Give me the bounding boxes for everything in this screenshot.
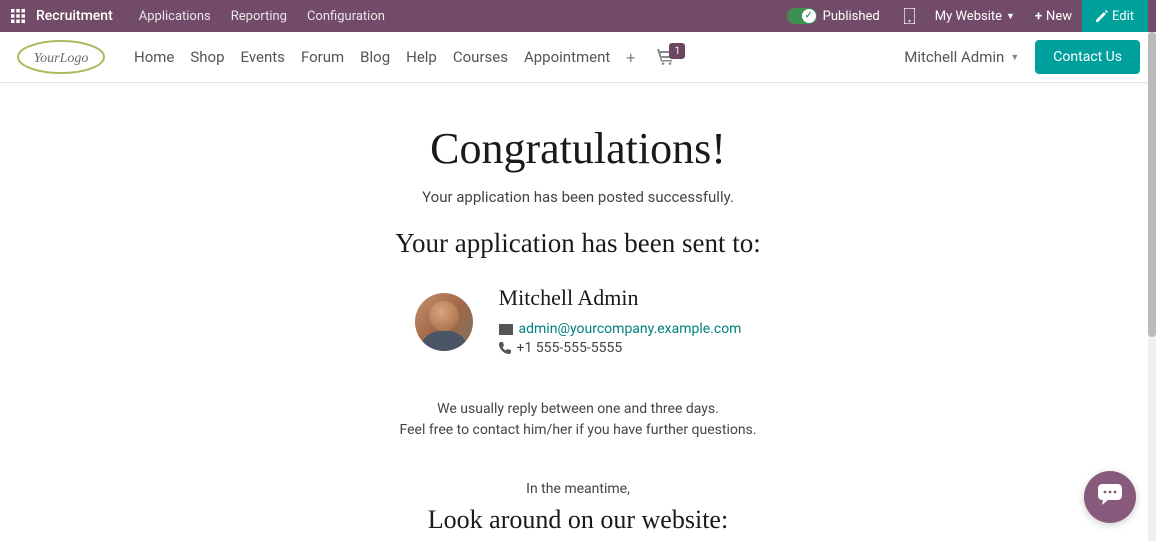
congratulations-heading: Congratulations! xyxy=(20,123,1136,174)
reply-info-line1: We usually reply between one and three d… xyxy=(20,399,1136,420)
recipient-phone-line: +1 555-555-5555 xyxy=(499,340,742,356)
plus-icon: + xyxy=(1035,9,1042,24)
edit-button[interactable]: Edit xyxy=(1082,0,1148,32)
reply-info: We usually reply between one and three d… xyxy=(20,399,1136,441)
user-account-dropdown[interactable]: Mitchell Admin ▼ xyxy=(904,48,1019,66)
plus-icon: + xyxy=(626,48,635,67)
reply-info-line2: Feel free to contact him/her if you have… xyxy=(20,420,1136,441)
header-right: Mitchell Admin ▼ Contact Us xyxy=(904,40,1140,74)
vertical-scrollbar[interactable] xyxy=(1148,32,1156,541)
admin-nav: Applications Reporting Configuration xyxy=(129,0,395,32)
admin-nav-reporting[interactable]: Reporting xyxy=(221,0,297,32)
caret-down-icon: ▼ xyxy=(1010,52,1019,63)
cart-count-badge: 1 xyxy=(669,43,685,59)
recipient-name: Mitchell Admin xyxy=(499,285,742,311)
user-name-label: Mitchell Admin xyxy=(904,48,1004,66)
new-page-button[interactable]: + New xyxy=(1025,0,1082,32)
apps-menu-icon[interactable] xyxy=(8,6,28,26)
nav-home[interactable]: Home xyxy=(126,32,182,83)
svg-text:YourLogo: YourLogo xyxy=(34,51,89,66)
new-label: New xyxy=(1046,9,1072,24)
nav-shop[interactable]: Shop xyxy=(182,32,232,83)
speech-bubble-icon xyxy=(1098,484,1122,510)
nav-events[interactable]: Events xyxy=(233,32,293,83)
nav-courses[interactable]: Courses xyxy=(445,32,516,83)
posted-message: Your application has been posted success… xyxy=(20,188,1136,206)
main-content: Congratulations! Your application has be… xyxy=(0,83,1156,555)
site-header: YourLogo Home Shop Events Forum Blog Hel… xyxy=(0,32,1156,83)
meantime-text: In the meantime, xyxy=(20,481,1136,497)
admin-nav-applications[interactable]: Applications xyxy=(129,0,221,32)
phone-icon xyxy=(499,342,511,354)
cart-button[interactable]: 1 xyxy=(657,49,675,65)
recipient-email-line: admin@yourcompany.example.com xyxy=(499,321,742,337)
recipient-avatar xyxy=(415,293,473,351)
nav-forum[interactable]: Forum xyxy=(293,32,352,83)
published-toggle[interactable] xyxy=(787,8,817,24)
pencil-icon xyxy=(1096,10,1108,22)
envelope-icon xyxy=(499,324,513,335)
recipient-card: Mitchell Admin admin@yourcompany.example… xyxy=(20,285,1136,359)
main-nav: Home Shop Events Forum Blog Help Courses… xyxy=(126,32,675,83)
admin-bar-left: Recruitment Applications Reporting Confi… xyxy=(8,0,395,32)
recipient-details: Mitchell Admin admin@yourcompany.example… xyxy=(499,285,742,359)
add-menu-button[interactable]: + xyxy=(618,48,643,67)
admin-bar: Recruitment Applications Reporting Confi… xyxy=(0,0,1156,32)
sent-to-heading: Your application has been sent to: xyxy=(20,228,1136,259)
admin-nav-configuration[interactable]: Configuration xyxy=(297,0,395,32)
mobile-preview-button[interactable] xyxy=(894,0,925,32)
contact-us-button[interactable]: Contact Us xyxy=(1035,40,1140,74)
published-label: Published xyxy=(823,9,880,24)
website-label: My Website xyxy=(935,9,1002,24)
caret-down-icon: ▼ xyxy=(1006,11,1015,22)
mobile-icon xyxy=(904,8,915,24)
recipient-phone: +1 555-555-5555 xyxy=(517,340,623,356)
look-around-heading: Look around on our website: xyxy=(20,505,1136,535)
site-logo[interactable]: YourLogo xyxy=(16,39,106,75)
nav-help[interactable]: Help xyxy=(398,32,445,83)
edit-label: Edit xyxy=(1112,9,1134,24)
contact-us-label: Contact Us xyxy=(1053,49,1122,65)
scrollbar-thumb[interactable] xyxy=(1148,32,1156,337)
recipient-email-link[interactable]: admin@yourcompany.example.com xyxy=(519,321,742,337)
module-title[interactable]: Recruitment xyxy=(36,8,113,24)
live-chat-button[interactable] xyxy=(1084,471,1136,523)
nav-appointment[interactable]: Appointment xyxy=(516,32,618,83)
admin-bar-right: Published My Website ▼ + New Edit xyxy=(787,0,1148,32)
website-selector[interactable]: My Website ▼ xyxy=(925,0,1025,32)
nav-blog[interactable]: Blog xyxy=(352,32,398,83)
